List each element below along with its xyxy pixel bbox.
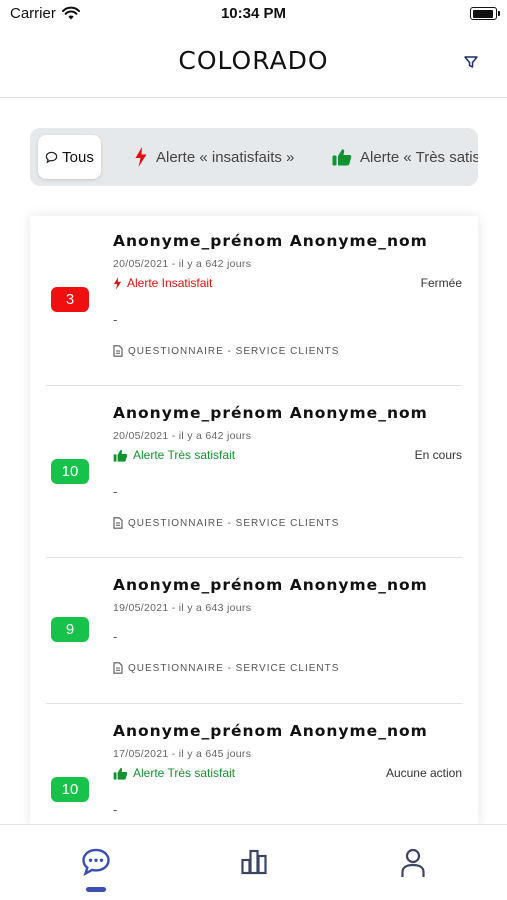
funnel-icon: [464, 56, 478, 68]
document-icon: [113, 345, 123, 357]
respondent-name: Anonyme_prénom Anonyme_nom: [113, 576, 428, 594]
chat-icon: [82, 848, 110, 876]
comment-text: -: [113, 802, 118, 817]
clock: 10:34 PM: [220, 5, 287, 22]
score-badge: 3: [51, 287, 89, 312]
bar-chart-icon: [241, 849, 267, 875]
filter-segment: Tous Alerte « insatisfaits » Alerte « Tr…: [30, 128, 478, 186]
response-item[interactable]: 10 Anonyme_prénom Anonyme_nom 17/05/2021…: [46, 704, 462, 826]
alert-label: Alerte Très satisfait: [113, 448, 235, 462]
app-header: COLORADO: [0, 28, 507, 98]
thumbs-up-icon: [113, 767, 128, 780]
tab-responses[interactable]: [79, 847, 113, 881]
battery-icon: [470, 7, 500, 20]
response-item[interactable]: 3 Anonyme_prénom Anonyme_nom 20/05/2021 …: [46, 216, 462, 386]
comment-text: -: [113, 484, 118, 499]
tab-bar: [0, 824, 507, 900]
active-tab-indicator: [86, 887, 106, 892]
questionnaire-text: QUESTIONNAIRE - SERVICE CLIENTS: [128, 662, 340, 674]
response-item[interactable]: 9 Anonyme_prénom Anonyme_nom 19/05/2021 …: [46, 558, 462, 704]
document-icon: [113, 517, 123, 529]
score-badge: 10: [51, 777, 89, 802]
filter-button[interactable]: [463, 54, 481, 72]
questionnaire-text: QUESTIONNAIRE - SERVICE CLIENTS: [128, 345, 340, 357]
status-bar: Carrier 10:34 PM: [0, 0, 507, 28]
questionnaire-label: QUESTIONNAIRE - SERVICE CLIENTS: [113, 517, 339, 529]
alert-label: Alerte Insatisfait: [113, 276, 212, 290]
thumbs-up-icon: [332, 149, 352, 166]
battery-level: [472, 9, 494, 18]
alert-text: Alerte Insatisfait: [127, 276, 213, 290]
response-date: 19/05/2021 - il y a 643 jours: [113, 602, 252, 614]
score-badge: 9: [51, 617, 89, 642]
page-title: COLORADO: [178, 46, 329, 75]
tab-profile[interactable]: [396, 847, 430, 881]
comment-text: -: [113, 312, 118, 327]
filter-alert-very-satisfied[interactable]: Alerte « Très satisfaits »: [332, 135, 478, 179]
alert-text: Alerte Très satisfait: [133, 448, 236, 462]
filter-all[interactable]: Tous: [38, 135, 101, 179]
response-date: 20/05/2021 - il y a 642 jours: [113, 258, 252, 270]
comment-text: -: [113, 629, 118, 644]
score-badge: 10: [51, 459, 89, 484]
respondent-name: Anonyme_prénom Anonyme_nom: [113, 404, 428, 422]
questionnaire-label: QUESTIONNAIRE - SERVICE CLIENTS: [113, 345, 339, 357]
questionnaire-label: QUESTIONNAIRE - SERVICE CLIENTS: [113, 662, 339, 674]
thumbs-up-icon: [113, 449, 128, 462]
tab-statistics[interactable]: [237, 847, 271, 881]
respondent-name: Anonyme_prénom Anonyme_nom: [113, 232, 428, 250]
filter-all-label: Tous: [62, 148, 94, 166]
status-label: Aucune action: [385, 766, 462, 780]
responses-list: 3 Anonyme_prénom Anonyme_nom 20/05/2021 …: [30, 216, 478, 826]
user-icon: [401, 848, 425, 877]
alert-text: Alerte Très satisfait: [133, 766, 236, 780]
response-date: 20/05/2021 - il y a 642 jours: [113, 430, 252, 442]
respondent-name: Anonyme_prénom Anonyme_nom: [113, 722, 428, 740]
questionnaire-text: QUESTIONNAIRE - SERVICE CLIENTS: [128, 517, 340, 529]
filter-alert-unsatisfied-label: Alerte « insatisfaits »: [156, 148, 295, 166]
filter-alert-very-satisfied-label: Alerte « Très satisfaits »: [360, 148, 478, 166]
lightning-icon: [113, 276, 122, 290]
response-item[interactable]: 10 Anonyme_prénom Anonyme_nom 20/05/2021…: [46, 386, 462, 558]
filter-alert-unsatisfied[interactable]: Alerte « insatisfaits »: [134, 135, 294, 179]
document-icon: [113, 662, 123, 674]
status-label: Fermée: [420, 276, 462, 290]
alert-label: Alerte Très satisfait: [113, 766, 235, 780]
chat-bubble-icon: [45, 151, 58, 163]
status-label: En cours: [414, 448, 462, 462]
lightning-icon: [135, 147, 147, 167]
response-date: 17/05/2021 - il y a 645 jours: [113, 748, 252, 760]
